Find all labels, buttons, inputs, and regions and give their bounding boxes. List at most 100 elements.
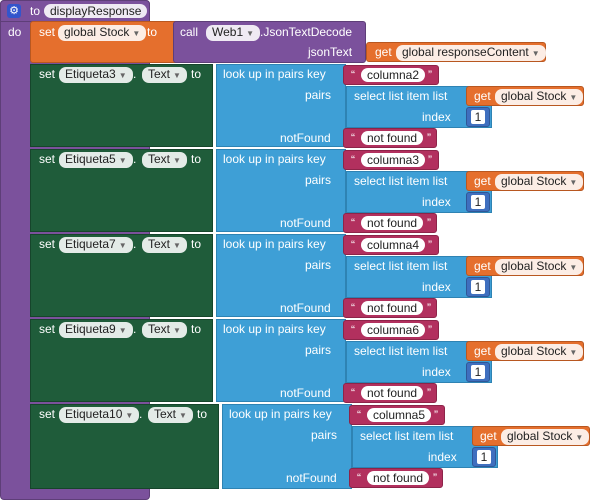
pairs-label: pairs [305,343,332,357]
chevron-down-icon: ▼ [173,326,181,335]
notfound-text-value[interactable]: not found [367,471,430,485]
notfound-label: notFound [280,386,331,400]
notfound-label: notFound [280,131,331,145]
pairs-label: pairs [305,173,332,187]
pairs-label: pairs [311,428,338,442]
property-dropdown[interactable]: Text ▼ [142,237,187,253]
variable-name: global Stock [501,89,567,103]
open-quote: “ [351,323,355,337]
property-dropdown[interactable]: Text ▼ [148,407,193,423]
component-dropdown[interactable]: Web1 ▼ [206,25,261,41]
set-label: set [39,407,56,421]
lookup-label: look up in pairs key [223,67,326,81]
component-dropdown[interactable]: Etiqueta10 ▼ [59,407,140,423]
method-name: .JsonTextDecode [260,25,353,39]
variable-dropdown[interactable]: global Stock ▼ [495,174,584,190]
chevron-down-icon: ▼ [246,29,255,38]
open-quote: “ [351,238,355,252]
chevron-down-icon: ▼ [569,178,578,187]
key-text-value[interactable]: columna5 [367,408,432,422]
get-label: get [474,259,491,273]
notfound-text-value[interactable]: not found [361,301,424,315]
open-quote: “ [351,216,355,230]
key-text-value[interactable]: columna3 [361,153,426,167]
set-label: set [39,322,56,336]
gear-icon[interactable]: ⚙ [7,4,21,18]
variable-dropdown[interactable]: global Stock ▼ [495,344,584,360]
chevron-down-icon: ▼ [173,241,181,250]
open-quote: “ [357,408,361,422]
close-quote: ” [428,238,432,252]
component-name: Etiqueta10 [65,407,123,421]
get-label: get [474,344,491,358]
index-number-value[interactable]: 1 [471,280,485,294]
get-label: get [474,89,491,103]
index-number-value[interactable]: 1 [471,195,485,209]
variable-dropdown[interactable]: global Stock ▼ [501,429,590,445]
get-label: get [480,429,497,443]
set-label: set [39,237,56,251]
index-label: index [422,365,451,379]
pairs-label: pairs [305,88,332,102]
property-name: Text [148,322,171,336]
dot-label: . [139,407,143,421]
chevron-down-icon: ▼ [118,241,127,250]
index-label: index [422,110,451,124]
variable-dropdown[interactable]: global Stock ▼ [495,259,584,275]
notfound-label: notFound [286,471,337,485]
set-label: set [39,25,56,39]
close-quote: ” [428,68,432,82]
select-list-item-label: select list item list [354,89,448,103]
open-quote: “ [357,471,361,485]
property-dropdown[interactable]: Text ▼ [142,152,187,168]
notfound-text-value[interactable]: not found [361,386,424,400]
component-dropdown[interactable]: Etiqueta3 ▼ [59,67,133,83]
property-dropdown[interactable]: Text ▼ [142,322,187,338]
get-label: get [375,45,392,59]
index-number-value[interactable]: 1 [471,365,485,379]
notfound-label: notFound [280,301,331,315]
variable-name: global responseContent [402,45,529,59]
chevron-down-icon: ▼ [173,156,181,165]
key-text-value[interactable]: columna4 [361,238,426,252]
open-quote: “ [351,386,355,400]
property-dropdown[interactable]: Text ▼ [142,67,187,83]
component-dropdown[interactable]: Etiqueta7 ▼ [59,237,133,253]
variable-dropdown[interactable]: global Stock ▼ [495,89,584,105]
variable-name: global Stock [501,259,567,273]
procedure-name-field[interactable]: displayResponse [44,4,148,18]
select-list-item-label: select list item list [354,259,448,273]
component-name: Web1 [212,25,244,39]
property-name: Text [148,67,171,81]
index-number-value[interactable]: 1 [471,110,485,124]
open-quote: “ [351,301,355,315]
chevron-down-icon: ▼ [118,71,127,80]
chevron-down-icon: ▼ [132,29,141,38]
variable-name: global Stock [507,429,573,443]
chevron-down-icon: ▼ [531,49,540,58]
notfound-text-value[interactable]: not found [361,131,424,145]
to-label: to [191,237,202,251]
variable-dropdown[interactable]: global Stock ▼ [58,25,147,41]
component-dropdown[interactable]: Etiqueta5 ▼ [59,152,133,168]
variable-dropdown[interactable]: global responseContent ▼ [396,45,546,61]
set-label: set [39,152,56,166]
lookup-label: look up in pairs key [223,237,326,251]
notfound-text-value[interactable]: not found [361,216,424,230]
component-dropdown[interactable]: Etiqueta9 ▼ [59,322,133,338]
key-text-value[interactable]: columna6 [361,323,426,337]
select-list-item-label: select list item list [354,174,448,188]
key-text-value[interactable]: columna2 [361,68,426,82]
lookup-label: look up in pairs key [229,407,332,421]
to-label: to [191,322,202,336]
index-label: index [428,450,457,464]
open-quote: “ [351,131,355,145]
variable-name: global Stock [501,174,567,188]
property-name: Text [148,237,171,251]
get-label: get [474,174,491,188]
index-number-value[interactable]: 1 [477,450,491,464]
chevron-down-icon: ▼ [173,71,181,80]
to-label: to [147,25,158,39]
close-quote: ” [433,471,437,485]
close-quote: ” [434,408,438,422]
